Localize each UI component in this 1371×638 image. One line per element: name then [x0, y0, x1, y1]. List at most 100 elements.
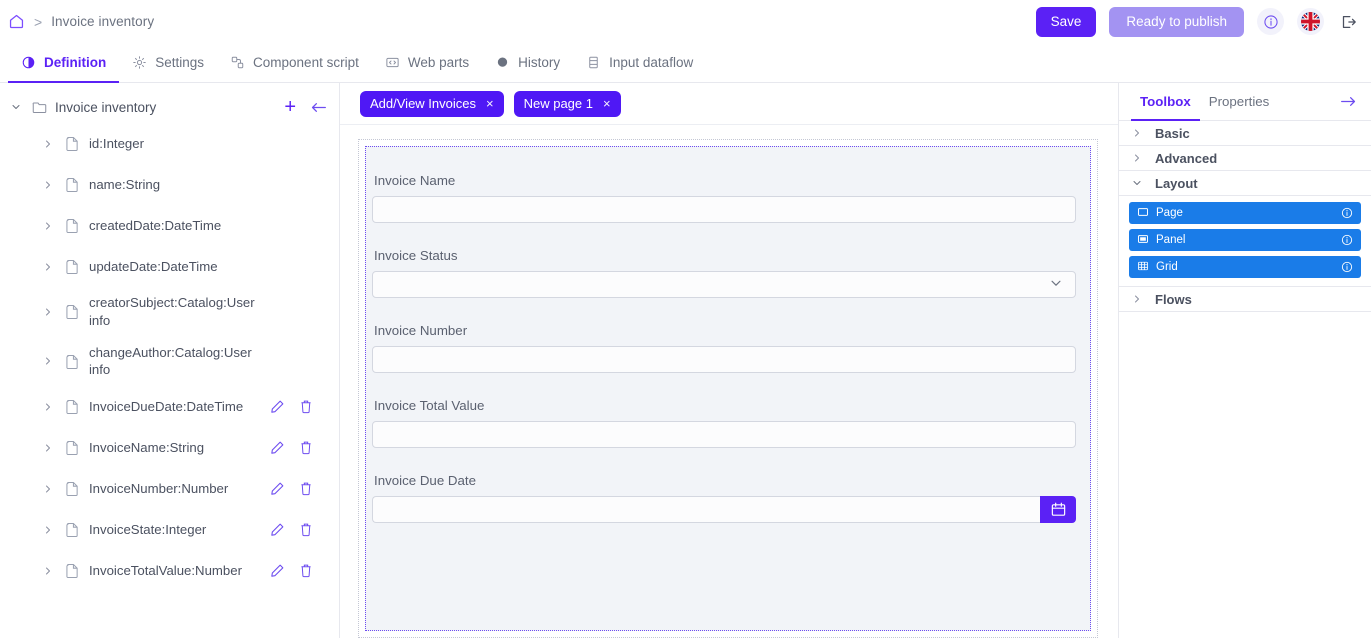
chevron-right-icon[interactable] — [40, 306, 56, 318]
tree-item-label: InvoiceDueDate:DateTime — [89, 398, 243, 416]
chevron-right-icon[interactable] — [40, 483, 56, 495]
canvas-area[interactable]: Invoice NameInvoice StatusInvoice Number… — [340, 125, 1118, 638]
uk-flag-icon[interactable] — [1297, 8, 1324, 35]
file-icon — [66, 177, 79, 192]
tab-settings[interactable]: Settings — [119, 44, 217, 83]
tree-item[interactable]: changeAuthor:Catalog:User info — [0, 337, 339, 387]
chevron-right-icon[interactable] — [40, 442, 56, 454]
script-icon — [230, 55, 245, 70]
file-icon — [66, 218, 79, 233]
form-field: Invoice Number — [372, 323, 1076, 398]
delete-field-icon[interactable] — [299, 399, 313, 414]
info-icon[interactable] — [1341, 261, 1353, 273]
tab-input-dataflow[interactable]: Input dataflow — [573, 44, 706, 83]
arrow-left-icon[interactable] — [310, 100, 327, 115]
edit-field-icon[interactable] — [270, 481, 285, 496]
tree-root-row[interactable]: Invoice inventory + — [0, 91, 339, 123]
tab-history[interactable]: History — [482, 44, 573, 83]
info-icon[interactable] — [1341, 207, 1353, 219]
edit-field-icon[interactable] — [270, 399, 285, 414]
logout-icon[interactable] — [1337, 13, 1357, 31]
breadcrumb-title[interactable]: Invoice inventory — [51, 14, 154, 29]
tree-item[interactable]: updateDate:DateTime — [0, 246, 339, 287]
chevron-right-icon[interactable] — [40, 565, 56, 577]
chevron-right-icon[interactable] — [40, 524, 56, 536]
chevron-down-icon[interactable] — [1129, 177, 1145, 189]
breadcrumb-separator: > — [34, 15, 42, 29]
text-input[interactable] — [372, 196, 1076, 223]
arrow-right-icon[interactable] — [1340, 83, 1359, 120]
calendar-icon[interactable] — [1040, 496, 1076, 523]
tree-item[interactable]: name:String — [0, 164, 339, 205]
header-actions: Save Ready to publish — [1036, 7, 1357, 37]
tree-item[interactable]: id:Integer — [0, 123, 339, 164]
tab-component-script[interactable]: Component script — [217, 44, 372, 83]
page-tab-label: Add/View Invoices — [370, 96, 476, 111]
chevron-right-icon[interactable] — [40, 355, 56, 367]
tree-item-label: creatorSubject:Catalog:User info — [89, 294, 264, 330]
tree-item-label: InvoiceName:String — [89, 439, 204, 457]
chevron-down-icon — [1049, 276, 1063, 293]
home-icon[interactable] — [8, 13, 25, 30]
panel-container[interactable]: Invoice NameInvoice StatusInvoice Number… — [365, 146, 1091, 631]
info-icon[interactable] — [1341, 234, 1353, 246]
text-input[interactable] — [372, 421, 1076, 448]
tab-definition[interactable]: Definition — [8, 44, 119, 83]
tree-item[interactable]: InvoiceName:String — [0, 427, 339, 468]
toolbox-item-page[interactable]: Page — [1129, 202, 1361, 224]
tree-item[interactable]: InvoiceNumber:Number — [0, 468, 339, 509]
page-container[interactable]: Invoice NameInvoice StatusInvoice Number… — [358, 139, 1098, 638]
text-input[interactable] — [372, 346, 1076, 373]
tree-item[interactable]: createdDate:DateTime — [0, 205, 339, 246]
delete-field-icon[interactable] — [299, 440, 313, 455]
chevron-right-icon[interactable] — [40, 401, 56, 413]
invoice-status-select[interactable] — [372, 271, 1076, 298]
tree-item[interactable]: InvoiceDueDate:DateTime — [0, 386, 339, 427]
chevron-right-icon[interactable] — [40, 138, 56, 150]
grid-icon — [1137, 260, 1149, 275]
chevron-right-icon[interactable] — [40, 261, 56, 273]
form-fields: Invoice NameInvoice StatusInvoice Number… — [372, 173, 1076, 548]
gear-icon — [132, 55, 147, 70]
tree-item[interactable]: InvoiceTotalValue:Number — [0, 550, 339, 591]
accordion-section-advanced[interactable]: Advanced — [1119, 146, 1371, 171]
chevron-right-icon[interactable] — [40, 220, 56, 232]
info-icon[interactable] — [1257, 8, 1284, 35]
add-field-button[interactable]: + — [284, 97, 296, 117]
panel-icon — [1137, 233, 1149, 248]
app-root: > Invoice inventory Save Ready to publis… — [0, 0, 1371, 638]
layout-items-list: Page Panel Grid — [1119, 196, 1371, 287]
edit-field-icon[interactable] — [270, 522, 285, 537]
save-button[interactable]: Save — [1036, 7, 1097, 37]
toolbox-item-grid[interactable]: Grid — [1129, 256, 1361, 278]
edit-field-icon[interactable] — [270, 563, 285, 578]
ready-to-publish-button[interactable]: Ready to publish — [1109, 7, 1244, 37]
tab-settings-label: Settings — [155, 55, 204, 70]
chevron-down-icon[interactable] — [8, 101, 24, 113]
delete-field-icon[interactable] — [299, 522, 313, 537]
chevron-right-icon[interactable] — [1129, 152, 1145, 164]
tree-item[interactable]: InvoiceState:Integer — [0, 509, 339, 550]
toolbox-item-panel[interactable]: Panel — [1129, 229, 1361, 251]
tab-history-label: History — [518, 55, 560, 70]
tab-properties[interactable]: Properties — [1200, 84, 1279, 121]
page-tab[interactable]: Add/View Invoices × — [360, 91, 504, 117]
edit-field-icon[interactable] — [270, 440, 285, 455]
delete-field-icon[interactable] — [299, 481, 313, 496]
accordion-section-basic[interactable]: Basic — [1119, 121, 1371, 146]
tab-web-parts[interactable]: Web parts — [372, 44, 482, 83]
tree-item[interactable]: creatorSubject:Catalog:User info — [0, 287, 339, 337]
accordion-section-flows[interactable]: Flows — [1119, 287, 1371, 312]
accordion-section-layout[interactable]: Layout — [1119, 171, 1371, 196]
chevron-right-icon[interactable] — [1129, 293, 1145, 305]
tab-web-parts-label: Web parts — [408, 55, 469, 70]
tab-toolbox[interactable]: Toolbox — [1131, 84, 1200, 121]
main-tabbar: Definition Settings Component script — [0, 43, 1371, 83]
chevron-right-icon[interactable] — [1129, 127, 1145, 139]
delete-field-icon[interactable] — [299, 563, 313, 578]
page-tab[interactable]: New page 1× — [514, 91, 621, 117]
chevron-right-icon[interactable] — [40, 179, 56, 191]
close-icon[interactable]: × — [603, 97, 611, 110]
close-icon[interactable]: × — [486, 97, 494, 110]
invoice-due-date-input[interactable] — [372, 496, 1040, 523]
